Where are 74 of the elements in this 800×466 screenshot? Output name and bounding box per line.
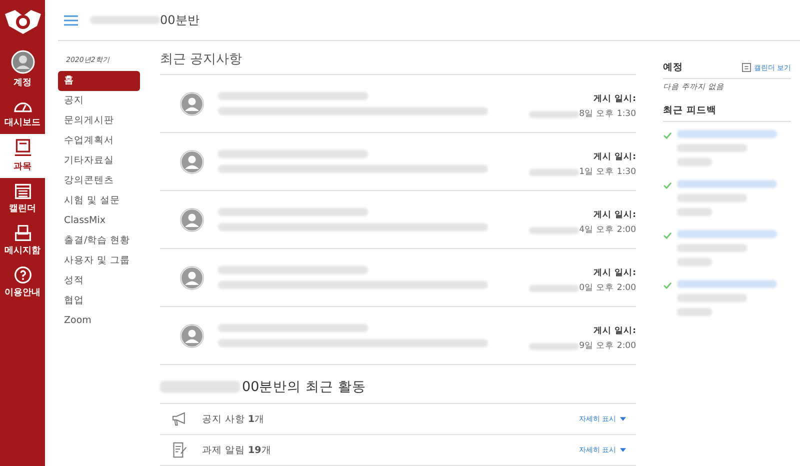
avatar-icon [180,150,204,174]
calendar-icon [14,182,32,200]
redacted-link[interactable] [677,280,777,288]
posted-date: 4일 오후 2:00 [579,224,636,236]
posted-date: 1일 오후 1:30 [579,166,636,178]
feedback-title: 최근 피드백 [663,104,716,117]
redacted-text [677,244,747,252]
avatar-icon [10,50,34,74]
check-icon [663,182,672,189]
redacted-text [677,308,712,316]
book-icon [14,138,32,158]
inbox-icon [14,224,32,242]
redacted-text [677,194,747,202]
posted-label: 게시 일시: [592,325,636,337]
course-title[interactable]: 00분반 [160,12,200,28]
activity-summary: 공지 사항 1개 [202,412,266,426]
posted-date: 8일 오후 1:30 [579,108,636,120]
document-pencil-icon [172,442,188,458]
redacted-link[interactable] [677,130,777,138]
course-nav-item[interactable]: 출결/학습 현황 [58,231,140,251]
avatar-icon [180,324,204,348]
posted-label: 게시 일시: [592,209,636,221]
course-nav-item[interactable]: Zoom [58,311,140,331]
redacted-text [677,208,712,216]
help-icon [14,266,32,284]
redacted-text [677,144,747,152]
posted-label: 게시 일시: [592,93,636,105]
posted-date: 9일 오후 2:00 [579,340,636,352]
avatar-icon [180,208,204,232]
course-nav-item[interactable]: ClassMix [58,211,140,231]
calendar-icon [742,63,751,72]
redacted-text [677,258,712,266]
course-nav-item[interactable]: 성적 [58,271,140,291]
course-nav-item[interactable]: 수업계획서 [58,131,140,151]
todo-title: 예정 [663,61,683,74]
check-icon [663,282,672,289]
avatar-icon [180,92,204,116]
global-nav-item[interactable]: 이용안내 [0,262,45,304]
caret-icon [620,417,626,421]
activity-summary: 과제 알림 19개 [202,444,272,456]
global-nav-item[interactable]: 메시지함 [0,220,45,262]
section-title: 최근 공지사항 [160,51,244,69]
course-nav-item[interactable]: 기타자료실 [58,151,140,171]
megaphone-icon [172,412,188,426]
course-nav-item[interactable]: 시험 및 설문 [58,191,140,211]
course-nav-item[interactable]: 협업 [58,291,140,311]
redacted-text [529,110,580,118]
redacted-link[interactable] [677,180,777,188]
section-title: 00분반의 최근 활동 [242,378,366,396]
posted-label: 게시 일시: [592,151,636,163]
caret-icon [620,448,626,452]
redacted-text [529,284,580,292]
course-nav-item[interactable]: 공지 [58,91,140,111]
redacted-text [677,158,712,166]
redacted-text [529,168,580,176]
avatar-icon [180,266,204,290]
redacted-text [90,16,160,24]
global-nav-item[interactable]: 대시보드 [0,94,45,134]
redacted-text [529,226,580,234]
check-icon [663,232,672,239]
redacted-text [529,342,580,350]
global-nav-item[interactable]: 과목 [0,134,45,178]
check-icon [663,132,672,139]
course-nav-item[interactable]: 사용자 및 그룹 [58,251,140,271]
course-nav-item[interactable]: 문의게시판 [58,111,140,131]
global-nav-item[interactable]: 계정 [0,46,45,94]
posted-label: 게시 일시: [592,267,636,279]
course-nav-item[interactable]: 강의콘텐츠 [58,171,140,191]
global-nav-item[interactable]: 캘린더 [0,178,45,220]
course-nav-item[interactable]: 홈 [58,71,140,91]
redacted-link[interactable] [677,230,777,238]
posted-date: 0일 오후 2:00 [579,282,636,294]
menu-icon[interactable] [64,14,78,26]
redacted-text [677,294,747,302]
